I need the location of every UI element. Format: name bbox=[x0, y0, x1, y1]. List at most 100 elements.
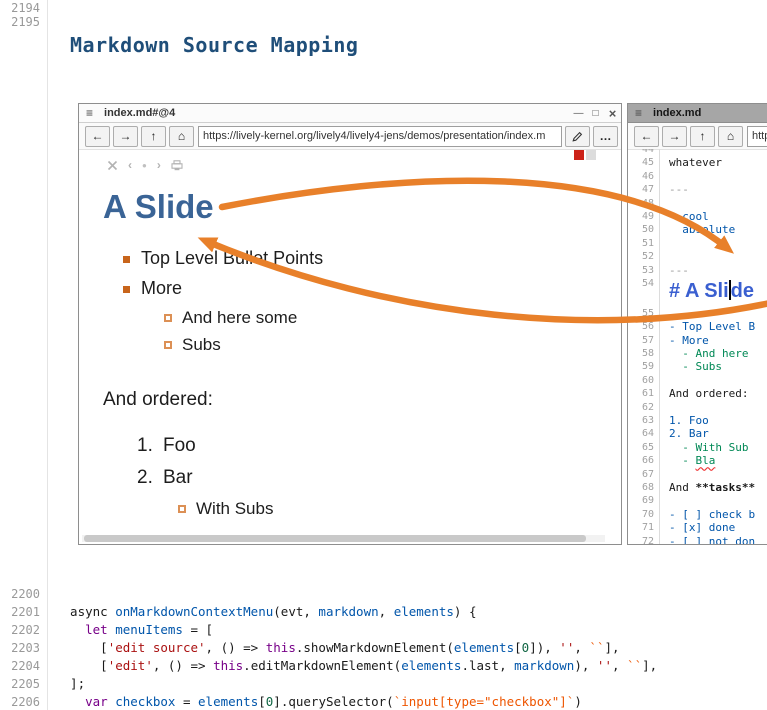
menu-icon[interactable]: ≡ bbox=[86, 106, 93, 120]
md-line: 54# A Slide bbox=[628, 277, 767, 307]
md-line-text: - cool bbox=[660, 210, 709, 223]
slide-sub-bullet-item: And here some bbox=[164, 308, 621, 328]
md-line-text: - [ ] not don bbox=[660, 535, 755, 544]
up-button[interactable]: ↑ bbox=[690, 126, 715, 147]
md-line-number: 45 bbox=[628, 156, 660, 169]
scrollbar-thumb[interactable] bbox=[84, 535, 586, 542]
md-line: 45whatever bbox=[628, 156, 767, 169]
md-line-text: 1. Foo bbox=[660, 414, 709, 427]
maximize-button[interactable]: □ bbox=[587, 108, 604, 119]
fullscreen-icon[interactable] bbox=[107, 160, 118, 171]
md-line-number: 44 bbox=[628, 149, 660, 156]
change-indicator-gray bbox=[586, 150, 596, 160]
md-line: 70- [ ] check b bbox=[628, 508, 767, 521]
md-line: 49- cool bbox=[628, 210, 767, 223]
md-line: 65 - With Sub bbox=[628, 441, 767, 454]
md-line-number: 53 bbox=[628, 264, 660, 277]
code-line: 2203 ['edit source', () => this.showMark… bbox=[0, 639, 767, 657]
md-line: 66 - Bla bbox=[628, 454, 767, 467]
md-line-text: absolute bbox=[660, 223, 735, 236]
code-line: 2204 ['edit', () => this.editMarkdownEle… bbox=[0, 657, 767, 675]
md-line-number: 60 bbox=[628, 374, 660, 387]
md-line-number: 59 bbox=[628, 360, 660, 373]
md-line: 72- [ ] not don bbox=[628, 535, 767, 544]
md-line: 51 bbox=[628, 237, 767, 250]
forward-button[interactable]: → bbox=[113, 126, 138, 147]
md-line-text bbox=[660, 307, 669, 320]
md-line: 59 - Subs bbox=[628, 360, 767, 373]
slide-bullet-item: Top Level Bullet Points bbox=[123, 248, 621, 269]
code-line-text: ['edit', () => this.editMarkdownElement(… bbox=[40, 657, 657, 675]
right-editor-window: ≡ index.md ← → ↑ ⌂ https 4445whatever464… bbox=[627, 103, 767, 545]
slide-ordered-item: 2.Bar bbox=[137, 467, 621, 489]
md-line-number: 68 bbox=[628, 481, 660, 494]
md-line-text bbox=[660, 468, 669, 481]
next-slide-icon[interactable]: › bbox=[157, 159, 161, 172]
prev-slide-icon[interactable]: ‹ bbox=[128, 159, 132, 172]
md-line: 60 bbox=[628, 374, 767, 387]
md-line-number: 71 bbox=[628, 521, 660, 534]
pencil-icon bbox=[572, 131, 583, 142]
play-icon[interactable]: ● bbox=[142, 159, 147, 172]
md-line-number: 69 bbox=[628, 494, 660, 507]
md-line-text bbox=[660, 374, 669, 387]
gutter-line-number: 2200 bbox=[0, 585, 40, 603]
md-line-number: 61 bbox=[628, 387, 660, 400]
md-line: 61And ordered: bbox=[628, 387, 767, 400]
minimize-button[interactable]: — bbox=[570, 108, 587, 119]
md-line: 67 bbox=[628, 468, 767, 481]
gutter-line-number: 2206 bbox=[0, 693, 40, 710]
md-line: 48 bbox=[628, 197, 767, 210]
code-line: 2201 async onMarkdownContextMenu(evt, ma… bbox=[0, 603, 767, 621]
home-button[interactable]: ⌂ bbox=[169, 126, 194, 147]
gutter-line-number: 2203 bbox=[0, 639, 40, 657]
source-code-editor[interactable]: 22002201 async onMarkdownContextMenu(evt… bbox=[0, 585, 767, 710]
md-line-number: 46 bbox=[628, 170, 660, 183]
md-line-number: 47 bbox=[628, 183, 660, 196]
up-button[interactable]: ↑ bbox=[141, 126, 166, 147]
slide-sub-bullet-item: With Subs bbox=[178, 499, 621, 519]
md-line: 71- [x] done bbox=[628, 521, 767, 534]
md-line-text: - With Sub bbox=[660, 441, 748, 454]
url-field[interactable]: https://lively-kernel.org/lively4/lively… bbox=[198, 126, 562, 147]
forward-button[interactable]: → bbox=[662, 126, 687, 147]
slide-ordered-item: 1.Foo bbox=[137, 435, 621, 457]
md-line-number: 66 bbox=[628, 454, 660, 467]
md-line-text: - [x] done bbox=[660, 521, 735, 534]
md-line-number: 72 bbox=[628, 535, 660, 544]
edit-pencil-button[interactable] bbox=[565, 126, 590, 147]
back-button[interactable]: ← bbox=[634, 126, 659, 147]
slide-heading: A Slide bbox=[103, 188, 214, 226]
markdown-editor[interactable]: 4445whatever4647---4849- cool50 absolute… bbox=[628, 149, 767, 544]
md-line: 44 bbox=[628, 149, 767, 156]
left-browser-window: ≡ index.md#@4 — □ × ← → ↑ ⌂ https://live… bbox=[78, 103, 622, 545]
print-icon[interactable] bbox=[171, 160, 183, 171]
slide-content[interactable]: ‹ ● › A Slide Top Level Bullet PointsMor… bbox=[79, 149, 621, 544]
md-line: 53--- bbox=[628, 264, 767, 277]
home-button[interactable]: ⌂ bbox=[718, 126, 743, 147]
md-line-text bbox=[660, 170, 669, 183]
code-line-text: async onMarkdownContextMenu(evt, markdow… bbox=[40, 603, 477, 621]
gutter-line-number: 2202 bbox=[0, 621, 40, 639]
md-line-text: --- bbox=[660, 183, 689, 196]
left-window-navbar: ← → ↑ ⌂ https://lively-kernel.org/lively… bbox=[79, 123, 621, 150]
horizontal-scrollbar[interactable] bbox=[82, 535, 605, 542]
menu-icon[interactable]: ≡ bbox=[635, 106, 642, 120]
slide-sub-bullet-item: Subs bbox=[164, 335, 621, 355]
slide-ordered-intro: And ordered: bbox=[103, 389, 621, 411]
back-button[interactable]: ← bbox=[85, 126, 110, 147]
md-line-text: whatever bbox=[660, 156, 722, 169]
md-line: 47--- bbox=[628, 183, 767, 196]
gutter-line-number: 2205 bbox=[0, 675, 40, 693]
md-line-number: 52 bbox=[628, 250, 660, 263]
close-button[interactable]: × bbox=[604, 106, 621, 121]
md-line: 46 bbox=[628, 170, 767, 183]
md-line: 642. Bar bbox=[628, 427, 767, 440]
code-line-text: let menuItems = [ bbox=[40, 621, 213, 639]
url-field[interactable]: https bbox=[747, 126, 767, 147]
md-line-number: 63 bbox=[628, 414, 660, 427]
gutter-line-number: 2201 bbox=[0, 603, 40, 621]
more-options-button[interactable]: … bbox=[593, 126, 618, 147]
md-line-text bbox=[660, 197, 669, 210]
md-line-number: 55 bbox=[628, 307, 660, 320]
